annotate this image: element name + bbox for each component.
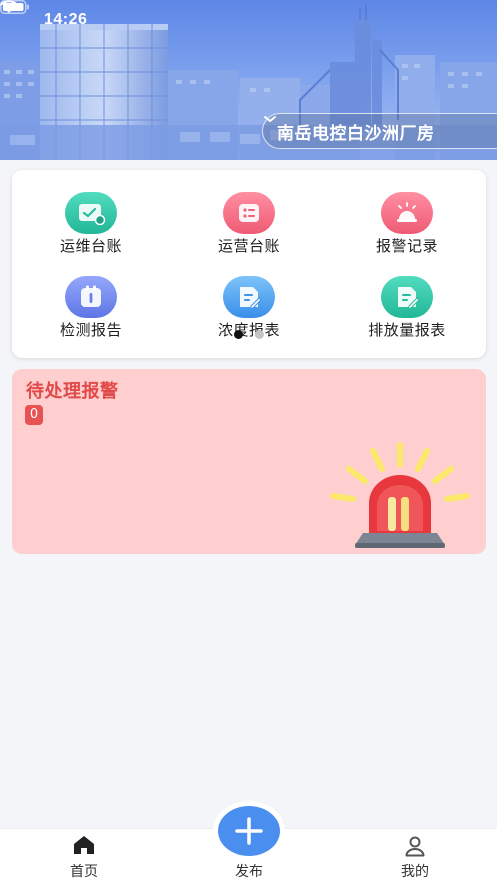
tab-mine[interactable]: 我的 bbox=[355, 829, 475, 884]
grid-item-label: 运维台账 bbox=[59, 237, 122, 255]
header-banner: 14:26 南岳电控白沙洲厂房 bbox=[0, 0, 497, 160]
site-name: 南岳电控白沙洲厂房 bbox=[277, 123, 435, 144]
grid-item-label: 运营台账 bbox=[217, 237, 280, 255]
grid-item-operation-ledger[interactable]: 运营台账 bbox=[170, 192, 328, 272]
grid-item-concentration-report[interactable]: 浓度报表 bbox=[170, 276, 328, 356]
tab-mine-label: 我的 bbox=[401, 864, 429, 880]
user-icon bbox=[405, 836, 425, 857]
site-selector[interactable]: 南岳电控白沙洲厂房 bbox=[262, 113, 497, 149]
status-bar: 14:26 bbox=[0, 0, 497, 44]
siren-icon bbox=[330, 442, 470, 548]
maintenance-ledger-icon bbox=[65, 192, 117, 234]
grid-item-emission-report[interactable]: 排放量报表 bbox=[328, 276, 486, 356]
emission-report-icon bbox=[381, 276, 433, 318]
plus-icon bbox=[235, 817, 263, 845]
concentration-report-icon bbox=[223, 276, 275, 318]
publish-button[interactable] bbox=[218, 806, 280, 856]
tab-home[interactable]: 首页 bbox=[24, 829, 144, 884]
battery-icon bbox=[0, 0, 29, 14]
chevron-down-icon bbox=[264, 116, 276, 122]
page-indicator bbox=[12, 330, 486, 340]
function-grid: 运维台账 运营台账 报警记录 检测报告 浓度报表 排放量报表 bbox=[12, 170, 486, 358]
page-dot-active[interactable] bbox=[234, 330, 243, 339]
grid-item-alarm-record[interactable]: 报警记录 bbox=[328, 192, 486, 272]
pending-alarm-count: 0 bbox=[25, 405, 43, 425]
tab-publish-label: 发布 bbox=[235, 864, 263, 880]
grid-item-inspection-report[interactable]: 检测报告 bbox=[12, 276, 170, 356]
page-dot[interactable] bbox=[255, 330, 264, 339]
inspection-report-icon bbox=[65, 276, 117, 318]
alarm-record-icon bbox=[381, 192, 433, 234]
status-time: 14:26 bbox=[44, 11, 88, 28]
grid-item-label: 报警记录 bbox=[375, 237, 438, 255]
grid-item-maintenance-ledger[interactable]: 运维台账 bbox=[12, 192, 170, 272]
home-icon bbox=[74, 836, 94, 854]
pending-alarm-title: 待处理报警 bbox=[26, 381, 119, 402]
operation-ledger-icon bbox=[223, 192, 275, 234]
pending-alarm-card[interactable]: 待处理报警 0 bbox=[12, 369, 486, 554]
tab-home-label: 首页 bbox=[70, 864, 98, 880]
